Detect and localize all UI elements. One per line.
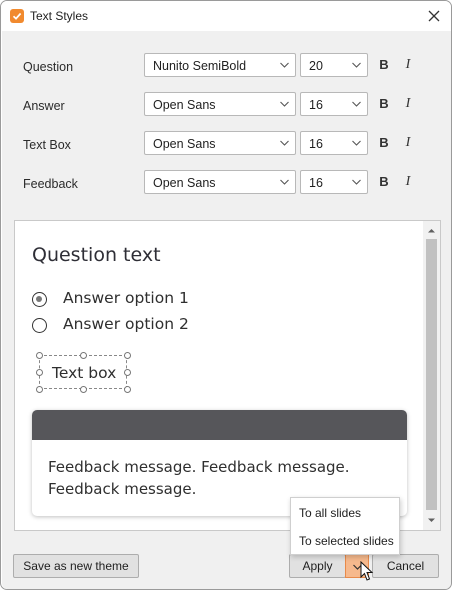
feedback-font-select[interactable]: Open Sans <box>144 170 296 194</box>
resize-handle <box>124 352 131 359</box>
preview-feedback-text: Feedback message. Feedback message. Feed… <box>48 458 350 498</box>
style-preview-pane: Question text Answer option 1 Answer opt… <box>14 220 441 531</box>
menu-item-to-selected-slides[interactable]: To selected slides <box>299 534 394 548</box>
resize-handle <box>36 352 43 359</box>
answer-italic-button[interactable]: I <box>399 95 417 113</box>
question-bold-button[interactable]: B <box>375 56 393 74</box>
chevron-down-icon <box>280 101 289 107</box>
question-italic-button[interactable]: I <box>399 56 417 74</box>
resize-handle <box>124 369 131 376</box>
chevron-down-icon <box>352 62 361 68</box>
dialog-body: Question Nunito SemiBold 20 B I Answer O… <box>2 31 451 589</box>
chevron-down-icon <box>352 179 361 185</box>
title-bar: Text Styles <box>1 1 451 31</box>
feedback-style-label: Feedback <box>23 177 78 191</box>
apply-options-menu: To all slides To selected slides <box>290 497 400 555</box>
preview-answer-1: Answer option 1 <box>63 289 189 307</box>
resize-handle <box>80 352 87 359</box>
preview-text-box: Text box <box>52 364 117 382</box>
textbox-bold-button[interactable]: B <box>375 134 393 152</box>
apply-button[interactable]: Apply <box>289 554 346 578</box>
save-as-new-theme-button[interactable]: Save as new theme <box>13 554 139 578</box>
text-styles-dialog: Text Styles Question Nunito SemiBold 20 … <box>0 0 452 590</box>
close-icon[interactable] <box>423 5 445 27</box>
textbox-style-label: Text Box <box>23 138 71 152</box>
textbox-italic-button[interactable]: I <box>399 134 417 152</box>
preview-answer-2: Answer option 2 <box>63 315 189 333</box>
answer-style-label: Answer <box>23 99 65 113</box>
close-button[interactable] <box>423 5 445 27</box>
chevron-down-icon <box>280 62 289 68</box>
scrollbar-thumb[interactable] <box>426 239 437 510</box>
answer-size-value: 16 <box>309 98 323 112</box>
feedback-header <box>32 410 407 440</box>
chevron-down-icon <box>352 140 361 146</box>
answer-radio-2 <box>32 318 47 333</box>
answer-size-select[interactable]: 16 <box>300 92 368 116</box>
feedback-italic-button[interactable]: I <box>399 173 417 191</box>
textbox-size-select[interactable]: 16 <box>300 131 368 155</box>
question-size-value: 20 <box>309 59 323 73</box>
answer-font-select[interactable]: Open Sans <box>144 92 296 116</box>
textbox-font-value: Open Sans <box>153 137 216 151</box>
question-font-value: Nunito SemiBold <box>153 59 247 73</box>
chevron-down-icon <box>352 101 361 107</box>
feedback-size-select[interactable]: 16 <box>300 170 368 194</box>
resize-handle <box>80 386 87 393</box>
textbox-font-select[interactable]: Open Sans <box>144 131 296 155</box>
feedback-bold-button[interactable]: B <box>375 173 393 191</box>
question-style-label: Question <box>23 60 74 74</box>
preview-question-text: Question text <box>32 244 161 266</box>
feedback-font-value: Open Sans <box>153 176 216 190</box>
scroll-down-icon[interactable] <box>426 515 437 526</box>
resize-handle <box>36 369 43 376</box>
answer-bold-button[interactable]: B <box>375 95 393 113</box>
window-title: Text Styles <box>30 9 89 23</box>
checkbox-app-icon <box>10 9 24 23</box>
chevron-down-icon <box>280 140 289 146</box>
scroll-up-icon[interactable] <box>426 225 437 236</box>
answer-radio-1 <box>32 292 47 307</box>
mouse-cursor-icon <box>360 561 374 581</box>
resize-handle <box>124 386 131 393</box>
cancel-button[interactable]: Cancel <box>372 554 439 578</box>
chevron-down-icon <box>280 179 289 185</box>
feedback-size-value: 16 <box>309 176 323 190</box>
resize-handle <box>36 386 43 393</box>
question-font-select[interactable]: Nunito SemiBold <box>144 53 296 77</box>
preview-scrollbar[interactable] <box>423 221 440 530</box>
textbox-size-value: 16 <box>309 137 323 151</box>
question-size-select[interactable]: 20 <box>300 53 368 77</box>
answer-font-value: Open Sans <box>153 98 216 112</box>
menu-item-to-all-slides[interactable]: To all slides <box>299 506 361 520</box>
